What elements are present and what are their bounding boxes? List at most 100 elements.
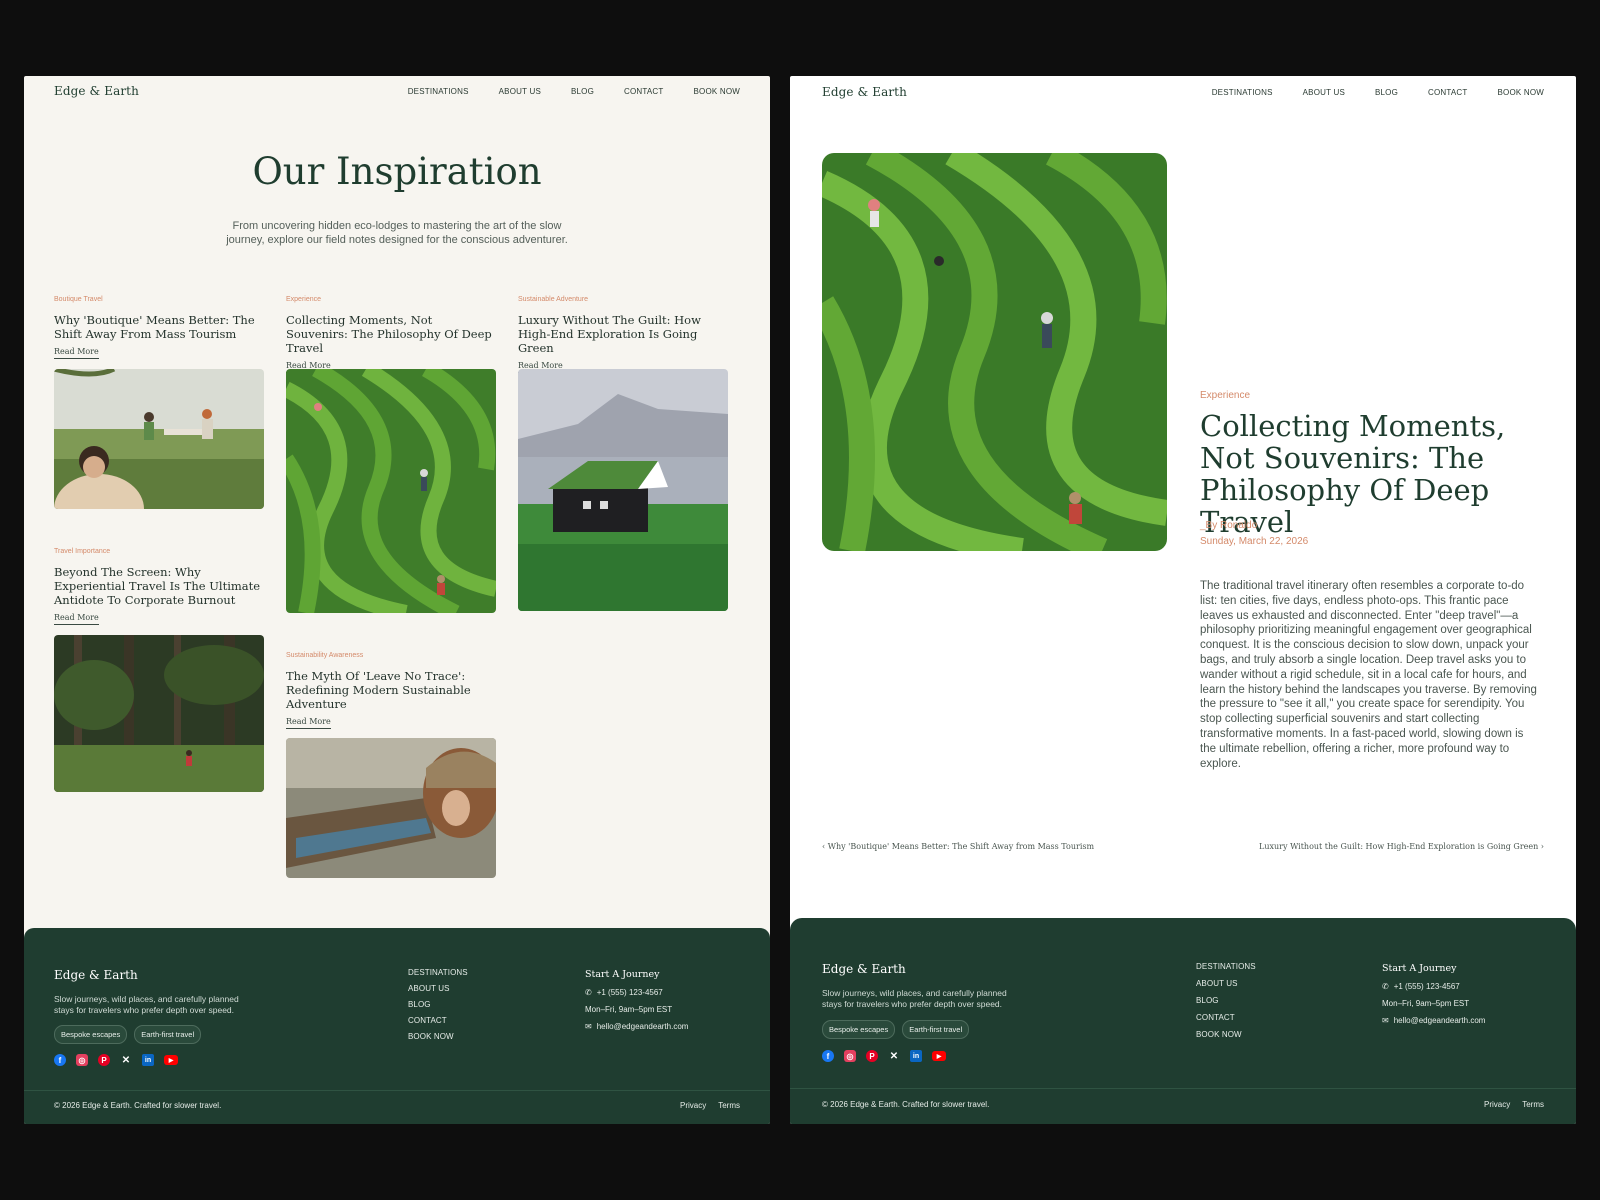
footer-link-about-us[interactable]: ABOUT US (408, 984, 468, 993)
footer-link-destinations[interactable]: DESTINATIONS (408, 968, 468, 977)
nav-destinations[interactable]: DESTINATIONS (1212, 88, 1273, 97)
top-nav: Edge & Earth DESTINATIONS ABOUT US BLOG … (790, 76, 1576, 112)
nav-book-now[interactable]: BOOK NOW (694, 87, 741, 96)
nav-blog[interactable]: BLOG (571, 87, 594, 96)
site-footer: Edge & Earth Slow journeys, wild places,… (24, 928, 770, 1124)
footer-chips: Bespoke escapes Earth-first travel (54, 1025, 202, 1044)
privacy-link[interactable]: Privacy (1484, 1100, 1510, 1109)
footer-link-book-now[interactable]: BOOK NOW (408, 1032, 468, 1041)
card-image-tea-field[interactable] (286, 369, 496, 613)
instagram-icon[interactable]: ◎ (76, 1054, 88, 1066)
youtube-icon[interactable]: ▶ (164, 1055, 178, 1065)
article-card: Experience Collecting Moments, Not Souve… (286, 296, 496, 373)
contact-title: Start A Journey (1382, 963, 1457, 974)
phone-icon: ✆ (1382, 982, 1389, 991)
chip-earth-first-travel[interactable]: Earth-first travel (134, 1025, 202, 1044)
card-category: Boutique Travel (54, 296, 103, 303)
social-links: f ◎ P ✕ in ▶ (822, 1050, 946, 1062)
card-title[interactable]: Luxury Without The Guilt: How High-End E… (518, 313, 728, 355)
contact-title: Start A Journey (585, 969, 660, 980)
mail-icon: ✉ (1382, 1016, 1389, 1025)
terms-link[interactable]: Terms (718, 1101, 740, 1110)
contact-phone[interactable]: ✆ +1 (555) 123-4567 (585, 988, 688, 997)
site-footer: Edge & Earth Slow journeys, wild places,… (790, 918, 1576, 1124)
card-image-water-drink[interactable] (286, 738, 496, 878)
card-title[interactable]: Why 'Boutique' Means Better: The Shift A… (54, 313, 264, 341)
linkedin-icon[interactable]: in (142, 1054, 154, 1066)
read-more-link[interactable]: Read More (54, 613, 99, 625)
nav-destinations[interactable]: DESTINATIONS (408, 87, 469, 96)
facebook-icon[interactable]: f (822, 1050, 834, 1062)
chip-earth-first-travel[interactable]: Earth-first travel (902, 1020, 970, 1039)
social-links: f ◎ P ✕ in ▶ (54, 1054, 178, 1066)
footer-legal: Privacy Terms (680, 1101, 740, 1110)
linkedin-icon[interactable]: in (910, 1050, 922, 1062)
footer-contact: Start A Journey ✆ +1 (555) 123-4567 Mon–F… (1382, 963, 1485, 1025)
post-title: Collecting Moments, Not Souvenirs: The P… (1200, 409, 1506, 539)
contact-email[interactable]: ✉ hello@edgeandearth.com (1382, 1016, 1485, 1025)
read-more-link[interactable]: Read More (54, 347, 99, 359)
card-image-forest[interactable] (54, 635, 264, 792)
footer-link-about-us[interactable]: ABOUT US (1196, 979, 1256, 988)
footer-link-destinations[interactable]: DESTINATIONS (1196, 962, 1256, 971)
chip-bespoke-escapes[interactable]: Bespoke escapes (822, 1020, 896, 1039)
blog-listing-page: Edge & Earth DESTINATIONS ABOUT US BLOG … (24, 76, 770, 1124)
card-title[interactable]: The Myth Of 'Leave No Trace': Redefining… (286, 669, 496, 711)
nav-links: DESTINATIONS ABOUT US BLOG CONTACT BOOK … (408, 87, 740, 96)
footer-link-book-now[interactable]: BOOK NOW (1196, 1030, 1256, 1039)
nav-contact[interactable]: CONTACT (624, 87, 663, 96)
x-icon[interactable]: ✕ (120, 1054, 132, 1066)
post-author: _By Ronaldo (1200, 520, 1258, 531)
prev-post-link[interactable]: ‹ Why 'Boutique' Means Better: The Shift… (822, 842, 1094, 851)
card-image-turf-house[interactable] (518, 369, 728, 611)
footer-link-contact[interactable]: CONTACT (408, 1016, 468, 1025)
footer-copyright: © 2026 Edge & Earth. Crafted for slower … (822, 1100, 990, 1109)
post-category: Experience (1200, 390, 1251, 401)
footer-link-blog[interactable]: BLOG (1196, 996, 1256, 1005)
article-card: Boutique Travel Why 'Boutique' Means Bet… (54, 296, 264, 359)
footer-tagline: Slow journeys, wild places, and carefull… (822, 988, 1007, 1009)
card-category: Sustainability Awareness (286, 652, 364, 659)
facebook-icon[interactable]: f (54, 1054, 66, 1066)
footer-tagline: Slow journeys, wild places, and carefull… (54, 994, 239, 1015)
terms-link[interactable]: Terms (1522, 1100, 1544, 1109)
contact-hours: Mon–Fri, 9am–5pm EST (585, 1005, 673, 1014)
x-icon[interactable]: ✕ (888, 1050, 900, 1062)
privacy-link[interactable]: Privacy (680, 1101, 706, 1110)
footer-links: DESTINATIONS ABOUT US BLOG CONTACT BOOK … (1196, 962, 1256, 1039)
next-post-link[interactable]: Luxury Without the Guilt: How High-End E… (1259, 842, 1544, 851)
chip-bespoke-escapes[interactable]: Bespoke escapes (54, 1025, 128, 1044)
nav-about-us[interactable]: ABOUT US (1303, 88, 1345, 97)
card-image-picnic[interactable] (54, 369, 264, 509)
footer-brand[interactable]: Edge & Earth (822, 962, 906, 976)
footer-link-blog[interactable]: BLOG (408, 1000, 468, 1009)
blog-post-page: Edge & Earth DESTINATIONS ABOUT US BLOG … (790, 76, 1576, 1124)
read-more-link[interactable]: Read More (286, 717, 331, 729)
contact-hours: Mon–Fri, 9am–5pm EST (1382, 999, 1470, 1008)
nav-about-us[interactable]: ABOUT US (499, 87, 541, 96)
mail-icon: ✉ (585, 1022, 592, 1031)
article-card: Sustainability Awareness The Myth Of 'Le… (286, 652, 496, 729)
pinterest-icon[interactable]: P (98, 1054, 110, 1066)
footer-contact: Start A Journey ✆ +1 (555) 123-4567 Mon–F… (585, 969, 688, 1031)
nav-blog[interactable]: BLOG (1375, 88, 1398, 97)
youtube-icon[interactable]: ▶ (932, 1051, 946, 1061)
article-card: Travel Importance Beyond The Screen: Why… (54, 548, 264, 625)
nav-book-now[interactable]: BOOK NOW (1498, 88, 1545, 97)
instagram-icon[interactable]: ◎ (844, 1050, 856, 1062)
card-title[interactable]: Collecting Moments, Not Souvenirs: The P… (286, 313, 496, 355)
contact-phone[interactable]: ✆ +1 (555) 123-4567 (1382, 982, 1485, 991)
post-body: The traditional travel itinerary often r… (1200, 580, 1537, 770)
card-title[interactable]: Beyond The Screen: Why Experiential Trav… (54, 565, 264, 607)
brand-logo[interactable]: Edge & Earth (54, 84, 139, 98)
footer-divider (24, 1090, 770, 1091)
contact-email[interactable]: ✉ hello@edgeandearth.com (585, 1022, 688, 1031)
nav-contact[interactable]: CONTACT (1428, 88, 1467, 97)
brand-logo[interactable]: Edge & Earth (822, 85, 907, 99)
post-date: Sunday, March 22, 2026 (1200, 536, 1309, 547)
footer-brand[interactable]: Edge & Earth (54, 968, 138, 982)
footer-link-contact[interactable]: CONTACT (1196, 1013, 1256, 1022)
pinterest-icon[interactable]: P (866, 1050, 878, 1062)
card-category: Sustainable Adventure (518, 296, 589, 303)
post-hero-image (822, 153, 1167, 551)
